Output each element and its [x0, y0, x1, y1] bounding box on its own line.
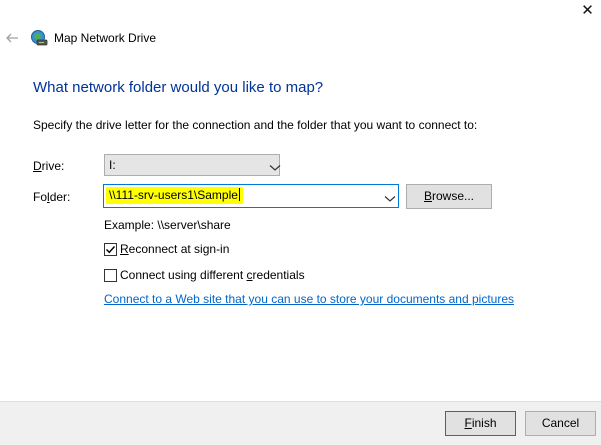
- browse-button[interactable]: Browse...: [406, 184, 492, 209]
- close-button[interactable]: ✕: [574, 0, 601, 24]
- folder-value: \\111-srv-users1\Sample: [106, 187, 243, 204]
- example-text: Example: \\server\share: [104, 218, 231, 232]
- browse-button-label: Browse...: [423, 189, 475, 203]
- window-title: Map Network Drive: [54, 31, 157, 45]
- drive-label: Drive:: [33, 159, 65, 173]
- web-storage-link[interactable]: Connect to a Web site that you can use t…: [104, 292, 514, 306]
- instruction-text: Specify the drive letter for the connect…: [33, 118, 478, 132]
- finish-button-label: Finish: [464, 416, 497, 430]
- network-drive-icon: [30, 29, 48, 47]
- chevron-down-icon: [269, 161, 281, 171]
- drive-letter-value: I:: [109, 158, 116, 172]
- different-credentials-checkbox[interactable]: [104, 269, 117, 282]
- back-arrow-icon[interactable]: [4, 30, 20, 46]
- text-cursor: [238, 188, 240, 201]
- reconnect-label[interactable]: Reconnect at sign-in: [120, 242, 229, 256]
- finish-button[interactable]: Finish: [445, 411, 516, 436]
- folder-label: Folder:: [33, 190, 71, 204]
- folder-dropdown-chevron-icon[interactable]: [384, 192, 396, 202]
- close-icon: ✕: [581, 2, 594, 19]
- cancel-button-label: Cancel: [541, 416, 580, 430]
- different-credentials-label[interactable]: Connect using different credentials: [120, 268, 305, 282]
- cancel-button[interactable]: Cancel: [525, 411, 596, 436]
- drive-letter-select[interactable]: I:: [104, 154, 281, 176]
- reconnect-checkbox[interactable]: [104, 243, 117, 256]
- page-heading: What network folder would you like to ma…: [33, 79, 324, 96]
- folder-input[interactable]: \\111-srv-users1\Sample: [103, 184, 399, 208]
